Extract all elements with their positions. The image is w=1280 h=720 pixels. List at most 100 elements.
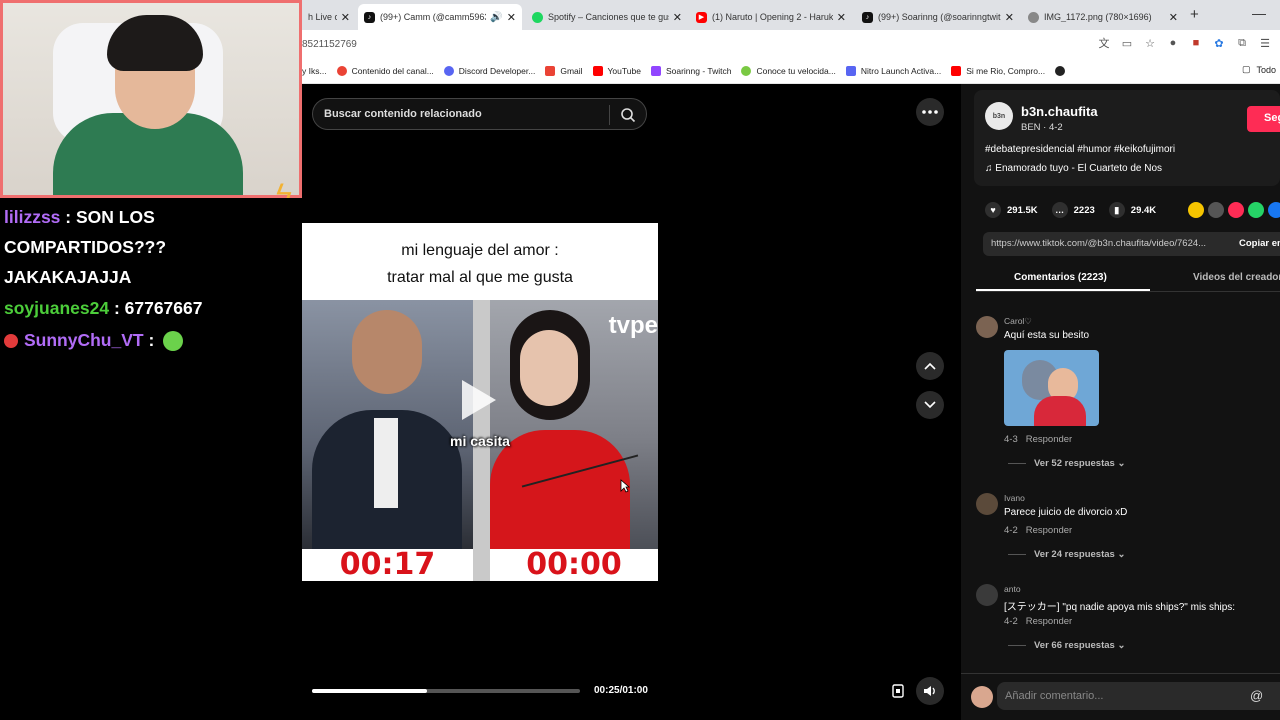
browser-tab[interactable]: ♪ (99+) Soarinng (@soarinngtwit ✕: [856, 4, 1020, 30]
browser-tab-active[interactable]: ♪ (99+) Camm (@camm5963) 🔊 ✕: [358, 4, 522, 30]
view-replies-label: Ver 66 respuestas: [1034, 640, 1115, 651]
close-icon[interactable]: ✕: [673, 11, 682, 24]
follow-button[interactable]: Seguir: [1247, 106, 1280, 132]
comment-text: Aquí esta su besito: [1004, 330, 1090, 341]
volume-button[interactable]: [916, 677, 944, 705]
username[interactable]: b3n.chaufita: [1021, 104, 1098, 119]
reply-button[interactable]: Responder: [1026, 525, 1072, 536]
browser-tab[interactable]: ▶ (1) Naruto | Opening 2 - Haruk ✕: [690, 4, 852, 30]
bookmark[interactable]: y Iks...: [302, 66, 327, 76]
progress-bar[interactable]: [312, 689, 580, 693]
minimize-button[interactable]: —: [1252, 5, 1266, 21]
previous-video-button[interactable]: [916, 352, 944, 380]
embed-icon[interactable]: [1208, 202, 1224, 218]
close-icon[interactable]: ✕: [507, 11, 516, 24]
comment-username[interactable]: Carol♡: [1004, 316, 1032, 327]
bookmark-star-icon[interactable]: ☆: [1143, 36, 1157, 50]
bookmark[interactable]: [1055, 65, 1070, 76]
repost-icon[interactable]: [1188, 202, 1204, 218]
extension-icon[interactable]: ●: [1166, 36, 1180, 50]
play-icon[interactable]: [462, 380, 496, 420]
bookmark-label: Contenido del canal...: [351, 65, 434, 76]
whatsapp-icon[interactable]: [1248, 202, 1264, 218]
next-video-button[interactable]: [916, 391, 944, 419]
comment-text: [ステッカー] "pq nadie apoya mis ships?" mis …: [1004, 602, 1236, 613]
reply-button[interactable]: Responder: [1026, 616, 1072, 627]
reply-button[interactable]: Responder: [1026, 434, 1072, 445]
puzzle-icon[interactable]: ⧉: [1235, 36, 1249, 50]
timer-right: 00:00: [526, 547, 622, 581]
view-replies-button[interactable]: Ver 24 respuestas ⌄: [1008, 549, 1125, 560]
comment-meta: 4-3 Responder: [1004, 434, 1072, 445]
debate-panel-right: tvpe: [490, 300, 658, 549]
send-icon[interactable]: [1228, 202, 1244, 218]
view-replies-button[interactable]: Ver 66 respuestas ⌄: [1008, 640, 1125, 651]
search-input[interactable]: Buscar contenido relacionado: [312, 98, 647, 130]
active-tab-indicator: [976, 289, 1150, 291]
bookmark[interactable]: Contenido del canal...: [336, 65, 434, 76]
bookmark-label: Discord Developer...: [458, 65, 536, 76]
bookmark-label: y Iks...: [302, 65, 327, 76]
tab-creator-videos[interactable]: Videos del creador: [1193, 272, 1280, 283]
close-icon[interactable]: ✕: [837, 11, 846, 24]
comment-username[interactable]: Ivano: [1004, 493, 1025, 503]
hashtags[interactable]: #debatepresidencial #humor #keikofujimor…: [985, 144, 1175, 155]
avatar[interactable]: b3n: [985, 102, 1013, 130]
extension-icon[interactable]: ■: [1189, 36, 1203, 50]
search-icon[interactable]: [620, 107, 636, 123]
comment-username[interactable]: anto: [1004, 584, 1021, 594]
cast-icon[interactable]: ▭: [1120, 36, 1134, 50]
url-field[interactable]: 8521152769: [302, 39, 357, 50]
volume-icon: [924, 686, 935, 696]
chevron-down-icon: ⌄: [1117, 458, 1126, 469]
bookmark[interactable]: Discord Developer...: [443, 65, 536, 76]
save-button[interactable]: ▮ 29.4K: [1108, 202, 1156, 218]
all-bookmarks[interactable]: ▢ Todo: [1242, 64, 1276, 75]
mention-icon[interactable]: @: [1250, 688, 1263, 703]
avatar[interactable]: [976, 584, 998, 606]
bookmark[interactable]: Nitro Launch Activa...: [845, 65, 941, 76]
more-icon: [922, 110, 938, 114]
bookmark-label: YouTube: [607, 65, 641, 76]
speaker-icon[interactable]: 🔊: [490, 12, 502, 23]
comment-button[interactable]: … 2223: [1051, 202, 1095, 218]
more-options-button[interactable]: [916, 98, 944, 126]
chat-username: SunnyChu_VT: [24, 330, 144, 350]
browser-tab[interactable]: Spotify – Canciones que te gus ✕: [526, 4, 688, 30]
like-button[interactable]: ♥ 291.5K: [985, 202, 1038, 218]
copy-link-button[interactable]: Copiar enlace: [1239, 238, 1280, 249]
strawberry-icon: [4, 334, 18, 349]
browser-tab[interactable]: IMG_1172.png (780×1696) ✕: [1022, 4, 1184, 30]
comment-sticker: [1004, 350, 1099, 426]
mouse-cursor-icon: [620, 479, 630, 493]
bookmark[interactable]: Soarinng - Twitch: [650, 65, 731, 76]
new-tab-button[interactable]: +: [1190, 6, 1199, 23]
youtube-icon: [951, 65, 962, 76]
tab-comments[interactable]: Comentarios (2223): [1014, 272, 1107, 283]
bookmark[interactable]: Si me Rio, Compro...: [951, 65, 1045, 76]
avatar[interactable]: [976, 493, 998, 515]
share-link[interactable]: https://www.tiktok.com/@b3n.chaufita/vid…: [991, 238, 1206, 249]
speedtest-icon: [741, 65, 752, 76]
avatar: [971, 686, 993, 708]
bookmark[interactable]: YouTube: [592, 65, 641, 76]
captions-button[interactable]: [884, 677, 912, 705]
bookmark[interactable]: Gmail: [545, 65, 583, 76]
video-player[interactable]: mi lenguaje del amor : tratar mal al que…: [302, 223, 658, 581]
engagement-stats: ♥ 291.5K … 2223 ▮ 29.4K: [985, 202, 1170, 218]
translate-icon[interactable]: 文: [1097, 36, 1111, 50]
avatar[interactable]: [976, 316, 998, 338]
close-icon[interactable]: ✕: [1169, 11, 1178, 24]
sidebar-icon[interactable]: ☰: [1258, 36, 1272, 50]
extension-icon[interactable]: ✿: [1212, 36, 1226, 50]
tiktok-icon: ♪: [862, 11, 873, 23]
facebook-icon[interactable]: [1268, 202, 1280, 218]
comment-input[interactable]: Añadir comentario... @: [997, 682, 1280, 710]
share-icons: [1188, 202, 1280, 218]
music-track[interactable]: ♫ Enamorado tuyo - El Cuarteto de Nos: [985, 163, 1162, 174]
close-icon[interactable]: ✕: [1005, 11, 1014, 24]
browser-tab[interactable]: h Live c ✕: [302, 4, 356, 30]
close-icon[interactable]: ✕: [341, 11, 350, 24]
bookmark[interactable]: Conoce tu velocida...: [741, 65, 836, 76]
view-replies-button[interactable]: Ver 52 respuestas ⌄: [1008, 458, 1125, 469]
